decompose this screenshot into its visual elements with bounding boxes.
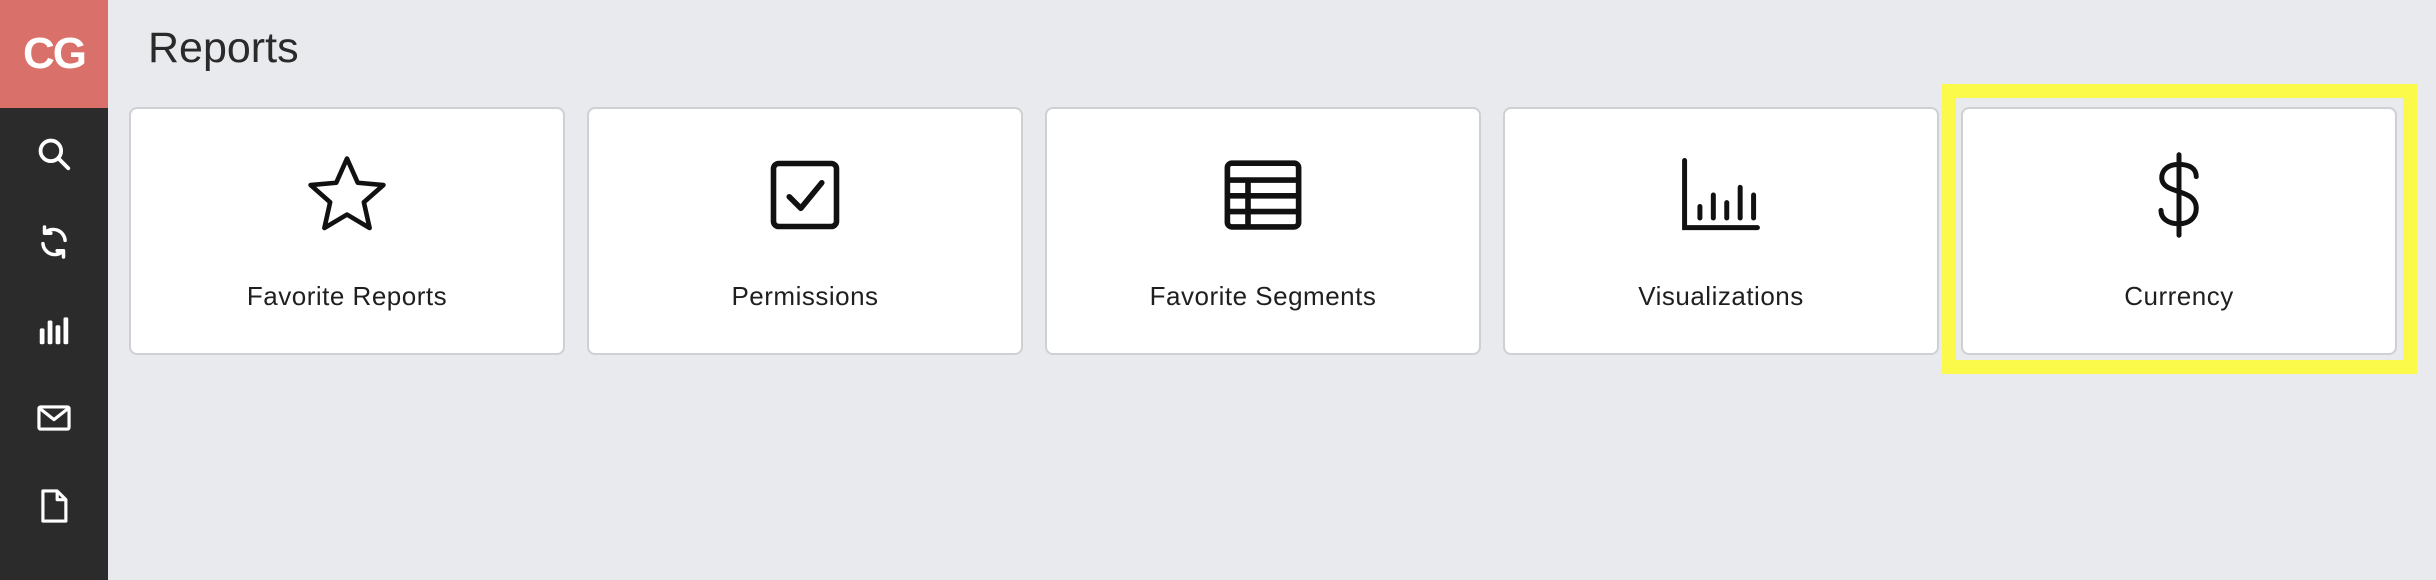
star-icon <box>299 147 395 243</box>
sidebar-document-button[interactable] <box>0 462 108 550</box>
tile-favorite-reports[interactable]: Favorite Reports <box>129 107 565 355</box>
sidebar-search-button[interactable] <box>0 110 108 198</box>
sidebar-reports-button[interactable] <box>0 286 108 374</box>
mail-icon <box>37 405 71 431</box>
tile-favorite-segments[interactable]: Favorite Segments <box>1045 107 1481 355</box>
bar-chart-icon <box>1673 147 1769 243</box>
tile-label: Permissions <box>731 281 879 311</box>
checkbox-icon <box>757 147 853 243</box>
search-icon <box>38 138 71 171</box>
tile-label: Visualizations <box>1638 281 1804 311</box>
sidebar: CG <box>0 0 108 580</box>
refresh-icon <box>41 225 67 259</box>
tile-label: Favorite Reports <box>246 281 448 311</box>
tile-permissions[interactable]: Permissions <box>587 107 1023 355</box>
sidebar-refresh-button[interactable] <box>0 198 108 286</box>
tile-label: Favorite Segments <box>1149 281 1377 311</box>
tile-label: Currency <box>2124 281 2234 311</box>
bar-chart-icon <box>39 317 69 345</box>
dollar-icon <box>2131 147 2227 243</box>
document-icon <box>41 489 68 523</box>
page-title: Reports <box>148 24 299 72</box>
sidebar-mail-button[interactable] <box>0 374 108 462</box>
tile-visualizations[interactable]: Visualizations <box>1503 107 1939 355</box>
app-logo[interactable]: CG <box>0 0 108 108</box>
report-tiles: Favorite Reports Permissions Favorite Se… <box>129 107 2397 355</box>
tile-currency[interactable]: Currency <box>1961 107 2397 355</box>
table-icon <box>1215 147 1311 243</box>
